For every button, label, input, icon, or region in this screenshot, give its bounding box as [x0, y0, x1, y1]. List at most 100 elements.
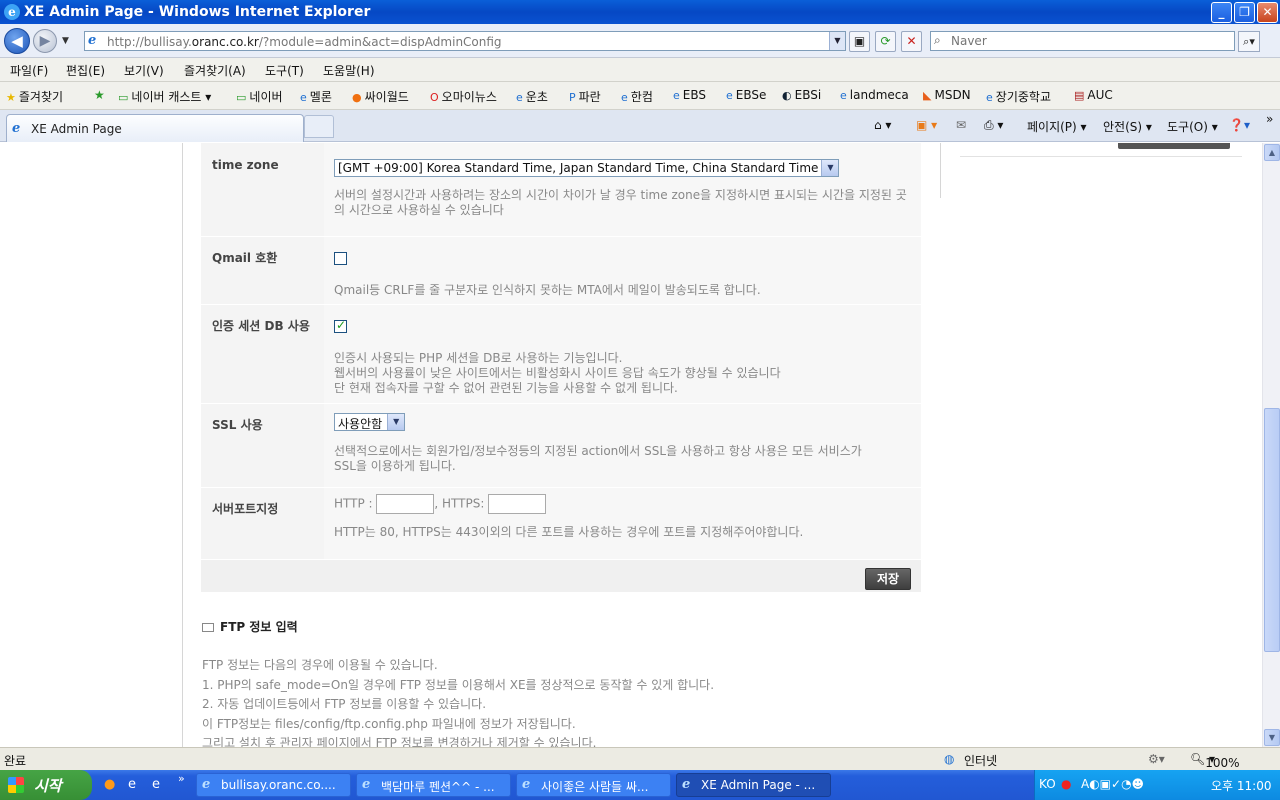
fav-ohmynews[interactable]: O 오마이뉴스	[430, 88, 497, 105]
quicklaunch-more-icon[interactable]: »	[178, 772, 185, 785]
save-row: 저장	[201, 560, 921, 593]
ssl-select[interactable]: 사용안함 ▼	[334, 413, 406, 431]
fav-ebse[interactable]: e EBSe	[726, 88, 766, 102]
port-cell: HTTP : , HTTPS: HTTP는 80, HTTPS는 443이외의 …	[324, 488, 921, 559]
fav-hancom[interactable]: e 한컴	[621, 88, 653, 105]
maximize-button[interactable]: ❐	[1234, 2, 1255, 23]
menu-favorites[interactable]: 즐겨찾기(A)	[184, 62, 246, 79]
back-button[interactable]: ◀	[4, 28, 30, 54]
page-icon: e	[986, 91, 993, 104]
feeds-icon[interactable]: ▣ ▾	[916, 118, 937, 132]
fav-naver-cast[interactable]: ▭ 네이버 캐스트 ▾	[118, 88, 211, 105]
scroll-up-icon[interactable]: ▲	[1264, 144, 1280, 161]
save-button[interactable]: 저장	[865, 568, 911, 590]
add-favorite-icon[interactable]: ★	[94, 88, 105, 102]
favorites-bar: ★ 즐겨찾기 ★ ▭ 네이버 캐스트 ▾ ▭ 네이버 e 멜론 ● 싸이월드 O 오마이뉴스…	[0, 82, 1280, 110]
tab-bar: e XE Admin Page ⌂ ▾ ▣ ▾ ✉ ⎙ ▾ 페이지(P) ▾ 안…	[0, 110, 1280, 142]
zoom-control[interactable]: 🔍︎ 100% ▾	[1190, 752, 1240, 770]
print-icon[interactable]: ⎙ ▾	[984, 118, 1003, 133]
fav-uncho[interactable]: e 운초	[516, 88, 548, 105]
address-bar[interactable]: e http://bullisay.oranc.co.kr/?module=ad…	[84, 31, 846, 51]
mail-icon[interactable]: ✉	[956, 118, 966, 132]
fav-cyworld[interactable]: ● 싸이월드	[352, 88, 409, 105]
https-label: , HTTPS:	[434, 496, 485, 511]
scroll-thumb[interactable]	[1264, 408, 1280, 652]
task-baekdam[interactable]: e 백담마루 펜션^^ - ...	[356, 773, 511, 797]
fav-naver[interactable]: ▭ 네이버	[236, 88, 283, 105]
history-dropdown-icon[interactable]: ▼	[62, 36, 69, 46]
ssl-description: 선택적으로에서는 회원가입/정보수정등의 지정된 action에서 SSL을 사…	[334, 444, 862, 473]
home-icon[interactable]: ⌂ ▾	[874, 118, 891, 132]
language-indicator[interactable]: KO	[1039, 777, 1056, 791]
ie-quicklaunch-icon[interactable]: e	[152, 777, 160, 792]
minimize-button[interactable]: _	[1211, 2, 1232, 23]
chevron-down-icon: ▼	[387, 414, 405, 430]
fav-landmeca[interactable]: e landmeca	[840, 88, 909, 102]
new-tab-button[interactable]	[304, 115, 334, 138]
stop-icon[interactable]: ✕	[901, 31, 922, 52]
ebsi-icon: ◐	[782, 89, 792, 102]
menu-file[interactable]: 파일(F)	[10, 62, 48, 79]
task-bullisay[interactable]: e bullisay.oranc.co....	[196, 773, 351, 797]
auc-icon: ▤	[1074, 89, 1085, 102]
safety-menu[interactable]: 안전(S) ▾	[1103, 118, 1152, 135]
https-port-input[interactable]	[488, 494, 547, 514]
cyworld-icon: ●	[352, 91, 362, 104]
ssl-row: SSL 사용 사용안함 ▼ 선택적으로에서는 회원가입/정보수정등의 지정된 ac…	[201, 404, 921, 488]
timezone-label: time zone	[212, 158, 279, 172]
menu-view[interactable]: 보기(V)	[124, 62, 164, 79]
start-button[interactable]: 시작	[0, 770, 92, 800]
right-panel-button[interactable]	[1118, 143, 1230, 149]
menu-tools[interactable]: 도구(T)	[265, 62, 304, 79]
help-icon[interactable]: ❓▾	[1229, 118, 1250, 132]
page-menu[interactable]: 페이지(P) ▾	[1027, 118, 1087, 135]
ime-icon[interactable]: ●	[1061, 777, 1071, 791]
page-icon: e	[88, 33, 97, 48]
page-icon: e	[726, 89, 733, 102]
more-commands-icon[interactable]: »	[1266, 112, 1273, 126]
qmail-checkbox[interactable]	[334, 252, 347, 265]
task-saijoeun[interactable]: e 사이좋은 사람들 싸...	[516, 773, 671, 797]
scroll-down-icon[interactable]: ▼	[1264, 729, 1280, 746]
search-box[interactable]: ⌕	[930, 31, 1235, 51]
forward-button[interactable]: ▶	[33, 29, 57, 53]
menu-edit[interactable]: 편집(E)	[66, 62, 105, 79]
fav-ebsi[interactable]: ◐ EBSi	[782, 88, 821, 102]
search-input[interactable]	[951, 33, 1231, 49]
compatibility-view-icon[interactable]: ▣	[849, 31, 870, 52]
address-url[interactable]: http://bullisay.oranc.co.kr/?module=admi…	[107, 35, 502, 49]
menu-bar: 파일(F) 편집(E) 보기(V) 즐겨찾기(A) 도구(T) 도움말(H)	[0, 58, 1280, 82]
fav-msdn[interactable]: ◣ MSDN	[923, 88, 971, 102]
windows-logo-icon	[8, 777, 24, 793]
favorites-button[interactable]: ★ 즐겨찾기	[6, 88, 63, 105]
fav-paran[interactable]: P 파란	[569, 88, 601, 105]
vertical-scrollbar[interactable]: ▲ ▼	[1262, 143, 1280, 747]
port-description: HTTP는 80, HTTPS는 443이외의 다른 포트를 사용하는 경우에 …	[334, 525, 804, 539]
fav-auc[interactable]: ▤ AUC	[1074, 88, 1113, 102]
fav-ebs[interactable]: e EBS	[673, 88, 706, 102]
globe-icon: ◍	[944, 752, 955, 766]
search-go-button[interactable]: ⌕▾	[1238, 31, 1260, 52]
address-dropdown-icon[interactable]: ▼	[829, 32, 845, 50]
window-title: XE Admin Page - Windows Internet Explore…	[24, 4, 371, 20]
task-xe-admin[interactable]: e XE Admin Page - ...	[676, 773, 831, 797]
protected-mode-icon[interactable]: ⚙▾	[1148, 752, 1165, 766]
fav-melon[interactable]: e 멜론	[300, 88, 332, 105]
timezone-select[interactable]: [GMT +09:00] Korea Standard Time, Japan …	[334, 159, 840, 177]
firefox-icon[interactable]: ●	[104, 777, 115, 792]
timezone-description: 서버의 설정시간과 사용하려는 장소의 시간이 차이가 날 경우 time zo…	[334, 188, 907, 217]
ssl-cell: 사용안함 ▼ 선택적으로에서는 회원가입/정보수정등의 지정된 action에서 …	[324, 404, 921, 487]
http-port-input[interactable]	[376, 494, 435, 514]
fav-janggi-school[interactable]: e 장기중학교	[986, 88, 1051, 105]
session-db-checkbox[interactable]	[334, 318, 347, 333]
tools-menu[interactable]: 도구(O) ▾	[1167, 118, 1218, 135]
settings-table: time zone [GMT +09:00] Korea Standard Ti…	[201, 143, 921, 593]
tab-xe-admin[interactable]: e XE Admin Page	[6, 114, 304, 142]
refresh-icon[interactable]: ⟳	[875, 31, 896, 52]
menu-help[interactable]: 도움말(H)	[323, 62, 375, 79]
ftp-section-title: FTP 정보 입력	[202, 618, 298, 635]
chevron-down-icon: ▼	[821, 160, 839, 176]
close-button[interactable]: ✕	[1257, 2, 1278, 23]
ie-quicklaunch-icon[interactable]: e	[128, 777, 136, 792]
tray-icons[interactable]: A◐▣✓◔☻	[1081, 777, 1144, 791]
